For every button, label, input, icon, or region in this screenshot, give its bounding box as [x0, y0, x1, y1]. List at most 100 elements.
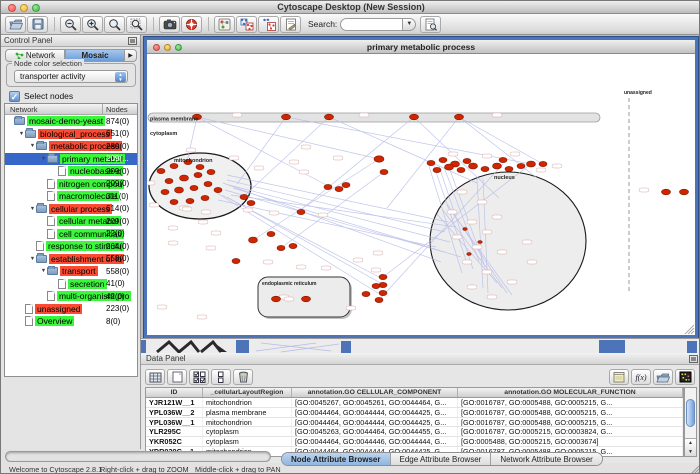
- table-row-ylr295c[interactable]: YLR295Ccytoplasm[GO:0045263, GO:0044464,…: [146, 427, 683, 437]
- scrollbar-arrows-icon[interactable]: ▲▼: [685, 438, 696, 456]
- tree-indent: [5, 146, 29, 147]
- node-count: 41(0): [106, 279, 125, 288]
- tree-row-unassigned[interactable]: unassigned223(0): [5, 303, 137, 316]
- tree-row-biological-process[interactable]: ▼biological_process651(0): [5, 128, 137, 141]
- folder-icon: [47, 155, 58, 163]
- label-mitochondrion: mitochondrion: [174, 158, 213, 164]
- network-canvas[interactable]: plasma membrane cytoplasm mitochondrion …: [147, 54, 695, 335]
- help-button[interactable]: [181, 16, 202, 33]
- table-scrollbar[interactable]: ▲▼: [684, 387, 697, 457]
- tree-row-metabolic-process[interactable]: ▼metabolic process280(0): [5, 140, 137, 153]
- table-column-header[interactable]: annotation.GO MOLECULAR_FUNCTION: [458, 388, 683, 397]
- expand-arrow-icon[interactable]: ▼: [18, 131, 25, 137]
- network-overlay-red-button[interactable]: [258, 16, 279, 33]
- tree-row-mosaic-demo-yeast[interactable]: mosaic-demo-yeast874(0): [5, 115, 137, 128]
- open-session-button[interactable]: [5, 16, 26, 33]
- tree-row-overview[interactable]: Overview8(0): [5, 315, 137, 328]
- expand-arrow-icon[interactable]: ▼: [29, 143, 36, 149]
- save-session-button[interactable]: [27, 16, 48, 33]
- expand-arrow-icon[interactable]: ▼: [40, 268, 47, 274]
- tree-row-response-to-stimulu[interactable]: response to stimulu264(0): [5, 240, 137, 253]
- table-cell: cytoplasm: [203, 437, 292, 446]
- vizmapper-button[interactable]: [214, 16, 235, 33]
- titlebar: Cytoscape Desktop (New Session): [1, 1, 700, 14]
- table-row-ykr052c[interactable]: YKR052Ccytoplasm[GO:0044464, GO:0044446,…: [146, 437, 683, 447]
- unselect-attributes-button[interactable]: [211, 369, 231, 385]
- table-row-ypl036w__2[interactable]: YPL036W__2plasma membrane[GO:0044464, GO…: [146, 408, 683, 418]
- matrix-view-button[interactable]: [675, 369, 695, 385]
- network-tree-header[interactable]: Network Nodes: [5, 104, 137, 115]
- delete-attribute-button[interactable]: [233, 369, 253, 385]
- file-icon: [58, 279, 66, 289]
- tree-row-cellular-metabol[interactable]: cellular metabol209(0): [5, 215, 137, 228]
- function-builder-button[interactable]: f(x): [631, 369, 651, 385]
- node-count: 209(0): [106, 179, 129, 188]
- annotation-edit-button[interactable]: [280, 16, 301, 33]
- table-cell: YJR121W__1: [146, 398, 203, 407]
- camera-icon: [163, 18, 177, 30]
- tree-row-multi-organism-pro[interactable]: multi-organism pro42(0): [5, 290, 137, 303]
- node-count: 209(...: [106, 154, 129, 163]
- zoom-out-button[interactable]: [60, 16, 81, 33]
- float-data-panel-icon[interactable]: [689, 355, 698, 365]
- notepad-icon: [613, 371, 625, 383]
- zoom-fit-button[interactable]: [104, 16, 125, 33]
- tree-indent: [5, 183, 40, 184]
- snapshot-button[interactable]: [159, 16, 180, 33]
- attribute-table-button[interactable]: [145, 369, 165, 385]
- table-column-header[interactable]: ID: [146, 388, 203, 397]
- new-attribute-button[interactable]: [167, 369, 187, 385]
- select-attributes-button[interactable]: [189, 369, 209, 385]
- window-resize-grip-icon[interactable]: [689, 465, 699, 473]
- tree-row-cell-communicati[interactable]: cell communicati22(0): [5, 228, 137, 241]
- file-icon: [36, 241, 44, 251]
- expand-arrow-icon[interactable]: ▼: [29, 256, 36, 262]
- data-panel-toolbar: f(x): [145, 368, 697, 386]
- canvas-resize-grip-icon[interactable]: [685, 325, 694, 334]
- zoom-selected-button[interactable]: [126, 16, 147, 33]
- expand-arrow-icon[interactable]: ▼: [29, 206, 36, 212]
- tree-indent: [5, 133, 18, 134]
- scrollbar-thumb[interactable]: [686, 399, 695, 427]
- tree-row-secretion[interactable]: secretion41(0): [5, 278, 137, 291]
- table-cell: [GO:0045267, GO:0045261, GO:0044464, G..…: [292, 398, 458, 407]
- table-row-ypl036w__1[interactable]: YPL036W__1mitochondrion[GO:0044464, GO:0…: [146, 418, 683, 428]
- network-window-titlebar[interactable]: primary metabolic process: [147, 40, 695, 54]
- zoom-in-button[interactable]: [82, 16, 103, 33]
- tree-row-cellular-process[interactable]: ▼cellular process614(0): [5, 203, 137, 216]
- tree-row-establishment-of-lo[interactable]: ▼establishment of lo558(0): [5, 253, 137, 266]
- import-attributes-button[interactable]: [653, 369, 673, 385]
- tree-row-macromolecule[interactable]: macromolecule311(0): [5, 190, 137, 203]
- float-panel-icon[interactable]: [128, 37, 137, 47]
- tree-col-nodes: Nodes: [106, 105, 128, 114]
- file-icon: [58, 166, 66, 176]
- tree-indent: [5, 171, 51, 172]
- node-color-select[interactable]: transporter activity ▲▼: [14, 70, 128, 83]
- table-cell: [GO:0044464, GO:0044444, GO:0044425, G..…: [292, 408, 458, 417]
- tree-label: mosaic-demo-yeast: [27, 116, 105, 126]
- save-icon: [32, 18, 44, 30]
- tree-row-primary-metabol[interactable]: ▼primary metabol209(...: [5, 153, 137, 166]
- select-nodes-checkbox[interactable]: ✓: [9, 91, 20, 102]
- file-icon: [47, 291, 55, 301]
- network-overlay-red-icon: [262, 18, 276, 31]
- attribute-editor-button[interactable]: [609, 369, 629, 385]
- more-tabs-arrow-icon[interactable]: ▶: [125, 49, 137, 62]
- tree-row-nucleobase-c[interactable]: nucleobase-c209(0): [5, 165, 137, 178]
- tree-indent: [5, 196, 40, 197]
- network-overlay-blue-button[interactable]: [236, 16, 257, 33]
- advanced-search-button[interactable]: [420, 16, 441, 33]
- folder-icon: [47, 267, 58, 275]
- tree-col-divider[interactable]: [102, 104, 103, 115]
- tree-row-nitrogen-compou[interactable]: nitrogen compou209(0): [5, 178, 137, 191]
- attribute-table-header[interactable]: ID_cellularLayoutRegionannotation.GO CEL…: [146, 388, 683, 398]
- attribute-table-body: YJR121W__1mitochondrion[GO:0045267, GO:0…: [146, 398, 683, 457]
- expand-arrow-icon[interactable]: ▼: [40, 156, 47, 162]
- tree-row-transport[interactable]: ▼transport558(0): [5, 265, 137, 278]
- table-column-header[interactable]: annotation.GO CELLULAR_COMPONENT: [292, 388, 458, 397]
- table-column-header[interactable]: _cellularLayoutRegion: [203, 388, 292, 397]
- table-row-yjr121w__1[interactable]: YJR121W__1mitochondrion[GO:0045267, GO:0…: [146, 398, 683, 408]
- search-dropdown-arrow-icon[interactable]: ▼: [402, 18, 416, 31]
- network-view-window[interactable]: primary metabolic process: [144, 37, 698, 338]
- search-input[interactable]: [340, 18, 402, 31]
